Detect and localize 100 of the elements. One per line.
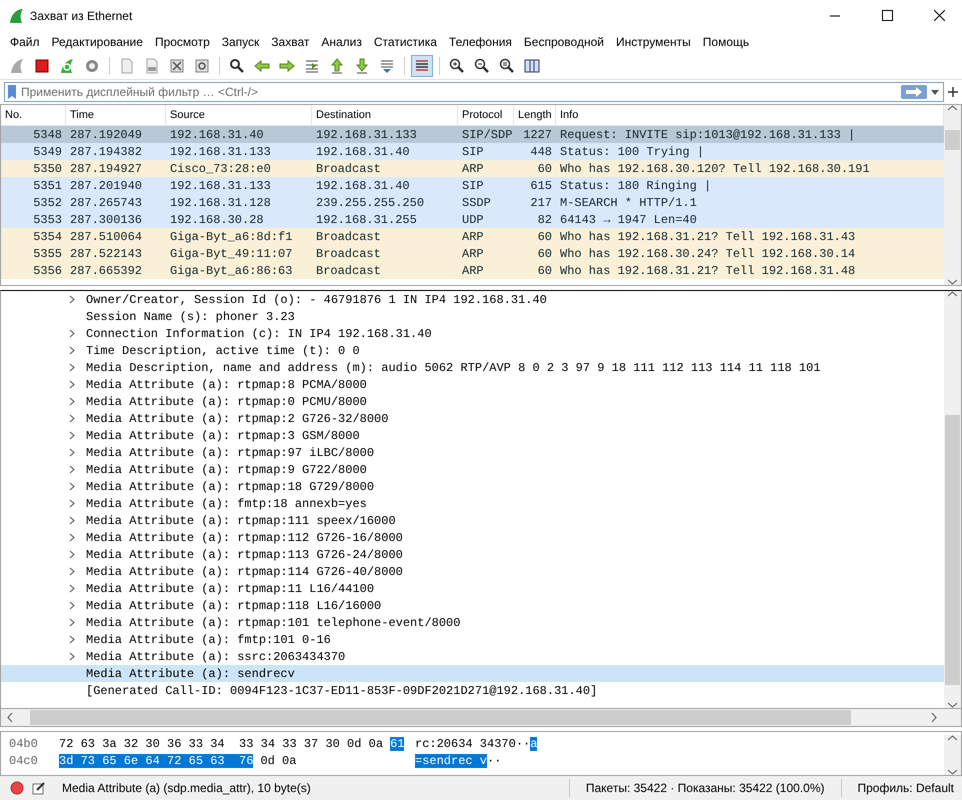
scroll-to-end-icon[interactable] <box>379 58 395 74</box>
stop-icon[interactable] <box>34 58 50 74</box>
hex-bytes[interactable]: 61 <box>390 736 404 750</box>
detail-row[interactable]: Media Attribute (a): fmtp:101 0-16 <box>1 631 944 648</box>
menu-item[interactable]: Просмотр <box>148 35 216 49</box>
zoom-reset-icon[interactable] <box>499 58 515 74</box>
arrow-right-icon[interactable] <box>279 58 295 74</box>
binary-file-icon[interactable] <box>144 58 160 74</box>
column-header[interactable]: Protocol <box>458 105 514 125</box>
record-dot-icon[interactable] <box>10 781 24 795</box>
packet-row[interactable]: 5356 287.665392 Giga-Byt_a6:86:63 Broadcast ARP 60 Who has 192.168.31.21? Tell 192.168.31.48 <box>1 262 944 279</box>
arrow-left-icon[interactable] <box>254 58 270 74</box>
ascii-text[interactable]: a <box>530 736 538 750</box>
scrollbar-thumb[interactable] <box>30 710 851 725</box>
arrow-up-icon[interactable] <box>329 58 345 74</box>
scroll-down-icon[interactable] <box>948 702 957 708</box>
detail-row[interactable]: Media Attribute (a): rtpmap:111 speex/16000 <box>1 512 944 529</box>
maximize-icon[interactable] <box>882 10 892 21</box>
scroll-right-icon[interactable] <box>931 713 937 722</box>
column-header[interactable]: Time <box>66 105 166 125</box>
menu-item[interactable]: Телефония <box>442 35 518 49</box>
detail-row[interactable]: Media Attribute (a): rtpmap:11 L16/44100 <box>1 580 944 597</box>
packet-row[interactable]: 5349 287.194382 192.168.31.133 192.168.31.40 SIP 448 Status: 100 Trying | <box>1 143 944 160</box>
detail-row[interactable]: Media Attribute (a): rtpmap:2 G726-32/8000 <box>1 410 944 427</box>
table-cell-text: ARP <box>461 162 485 176</box>
hex-bytes[interactable]: 0d 0a <box>260 754 296 768</box>
zoom-in-icon[interactable] <box>449 58 465 74</box>
detail-row[interactable]: Media Attribute (a): fmtp:18 annexb=yes <box>1 495 944 512</box>
detail-row[interactable]: Owner/Creator, Session Id (o): - 46791876 1 IN IP4 192.168.31.40 <box>1 291 944 308</box>
detail-row[interactable]: Media Attribute (a): rtpmap:3 GSM/8000 <box>1 427 944 444</box>
display-filter-field[interactable]: Применить дисплейный фильтр … <Ctrl-/> <box>4 82 944 102</box>
detail-row[interactable]: Media Attribute (a): rtpmap:8 PCMA/8000 <box>1 376 944 393</box>
packet-row[interactable]: 5348 287.192049 192.168.31.40 192.168.31.133 SIP/SDP 1227 Request: INVITE sip:1013@192.168.31.133 | <box>1 126 944 143</box>
resize-columns-icon[interactable] <box>524 58 540 74</box>
close-icon[interactable] <box>934 10 944 21</box>
detail-row[interactable]: Media Attribute (a): rtpmap:97 iLBC/8000 <box>1 444 944 461</box>
detail-row[interactable]: Media Attribute (a): rtpmap:114 G726-40/8000 <box>1 563 944 580</box>
detail-row[interactable]: Media Description, name and address (m): audio 5062 RTP/AVP 8 0 2 3 97 9 18 111 112 113 114 11 118 101 <box>1 359 944 376</box>
zoom-out-icon[interactable] <box>474 58 490 74</box>
detail-row[interactable]: Media Attribute (a): rtpmap:9 G722/8000 <box>1 461 944 478</box>
hex-bytes[interactable]: 72 63 3a 32 30 36 33 34 33 34 33 37 30 0d 0a <box>59 736 384 750</box>
detail-row[interactable]: Time Description, active time (t): 0 0 <box>1 342 944 359</box>
arrow-down-icon[interactable] <box>354 58 370 74</box>
packet-row[interactable]: 5351 287.201940 192.168.31.133 192.168.31.40 SIP 615 Status: 180 Ringing | <box>1 177 944 194</box>
packet-row[interactable]: 5354 287.510064 Giga-Byt_a6:8d:f1 Broadcast ARP 60 Who has 192.168.31.21? Tell 192.168.31.43 <box>1 228 944 245</box>
scroll-up-icon[interactable] <box>948 735 957 741</box>
colorize-lines-icon[interactable] <box>414 58 430 74</box>
scroll-up-icon[interactable] <box>948 291 957 297</box>
detail-row[interactable]: Media Attribute (a): rtpmap:118 L16/16000 <box>1 597 944 614</box>
detail-row[interactable]: Media Attribute (a): ssrc:2063434370 <box>1 648 944 665</box>
menu-item[interactable]: Файл <box>4 35 46 49</box>
detail-row[interactable]: Connection Information (c): IN IP4 192.168.31.40 <box>1 325 944 342</box>
packet-row[interactable]: 5352 287.265743 192.168.31.128 239.255.255.250 SSDP 217 M-SEARCH * HTTP/1.1 <box>1 194 944 211</box>
profile-text[interactable]: Профиль: Default <box>850 781 962 795</box>
jump-icon[interactable] <box>304 58 320 74</box>
scroll-up-icon[interactable] <box>948 105 957 111</box>
table-cell-text: 287.194927 <box>69 162 144 176</box>
scroll-down-icon[interactable] <box>948 279 957 285</box>
hex-bytes[interactable]: 3d 73 65 6e 64 72 65 63 76 <box>59 754 254 768</box>
packet-row[interactable]: 5350 287.194927 Cisco_73:28:e0 Broadcast ARP 60 Who has 192.168.30.120? Tell 192.168.30.191 <box>1 160 944 177</box>
column-header[interactable]: Destination <box>312 105 458 125</box>
menu-item[interactable]: Помощь <box>696 35 756 49</box>
column-header[interactable]: No. <box>1 105 66 125</box>
search-icon[interactable] <box>229 58 245 74</box>
menu-item[interactable]: Запуск <box>216 35 266 49</box>
table-cell-text: Broadcast <box>315 230 382 244</box>
table-cell-text: Status: 100 Trying | <box>559 144 706 158</box>
menu-item[interactable]: Беспроводной <box>518 35 610 49</box>
ascii-text[interactable]: =sendrec v <box>415 754 488 768</box>
detail-row[interactable]: [Generated Call-ID: 0094F123-1C37-ED11-853F-09DF2021D271@192.168.31.40] <box>1 682 944 699</box>
detail-row[interactable]: Media Attribute (a): rtpmap:112 G726-16/8000 <box>1 529 944 546</box>
plus-icon[interactable] <box>948 87 958 97</box>
scroll-left-icon[interactable] <box>7 713 13 722</box>
ascii-text[interactable]: ·· <box>487 754 502 768</box>
detail-row[interactable]: Media Attribute (a): rtpmap:18 G729/8000 <box>1 478 944 495</box>
expand-chevron-icon[interactable] <box>69 295 75 304</box>
menu-item[interactable]: Инструменты <box>610 35 697 49</box>
column-header[interactable]: Length <box>514 105 556 125</box>
packet-row[interactable]: 5353 287.300136 192.168.30.28 192.168.31.255 UDP 82 64143 → 1947 Len=40 <box>1 211 944 228</box>
scrollbar-thumb[interactable] <box>945 414 960 684</box>
menu-item[interactable]: Анализ <box>315 35 368 49</box>
detail-row[interactable]: Media Attribute (a): rtpmap:0 PCMU/8000 <box>1 393 944 410</box>
detail-row[interactable]: Session Name (s): phoner 3.23 <box>1 308 944 325</box>
scroll-down-icon[interactable] <box>948 769 957 775</box>
detail-row[interactable]: Media Attribute (a): sendrecv <box>1 665 944 682</box>
dropdown-caret-icon[interactable] <box>931 90 939 94</box>
column-header[interactable]: Source <box>166 105 312 125</box>
close-file-icon[interactable] <box>169 58 185 74</box>
detail-row[interactable]: Media Attribute (a): rtpmap:101 telephone-event/8000 <box>1 614 944 631</box>
edit-note-icon[interactable] <box>32 781 46 795</box>
restart-icon[interactable] <box>59 58 75 74</box>
menu-item[interactable]: Редактирование <box>46 35 149 49</box>
menu-item[interactable]: Захват <box>265 35 316 49</box>
table-cell-text: 192.168.31.40 <box>315 144 411 158</box>
ascii-text[interactable]: rc:20634 34370·· <box>415 736 530 750</box>
scrollbar-thumb[interactable] <box>945 130 960 150</box>
detail-row[interactable]: Media Attribute (a): rtpmap:113 G726-24/8000 <box>1 546 944 563</box>
bookmark-icon[interactable] <box>7 84 17 100</box>
menu-item[interactable]: Статистика <box>368 35 443 49</box>
packet-row[interactable]: 5355 287.522143 Giga-Byt_49:11:07 Broadcast ARP 60 Who has 192.168.30.24? Tell 192.168.30.14 <box>1 245 944 262</box>
